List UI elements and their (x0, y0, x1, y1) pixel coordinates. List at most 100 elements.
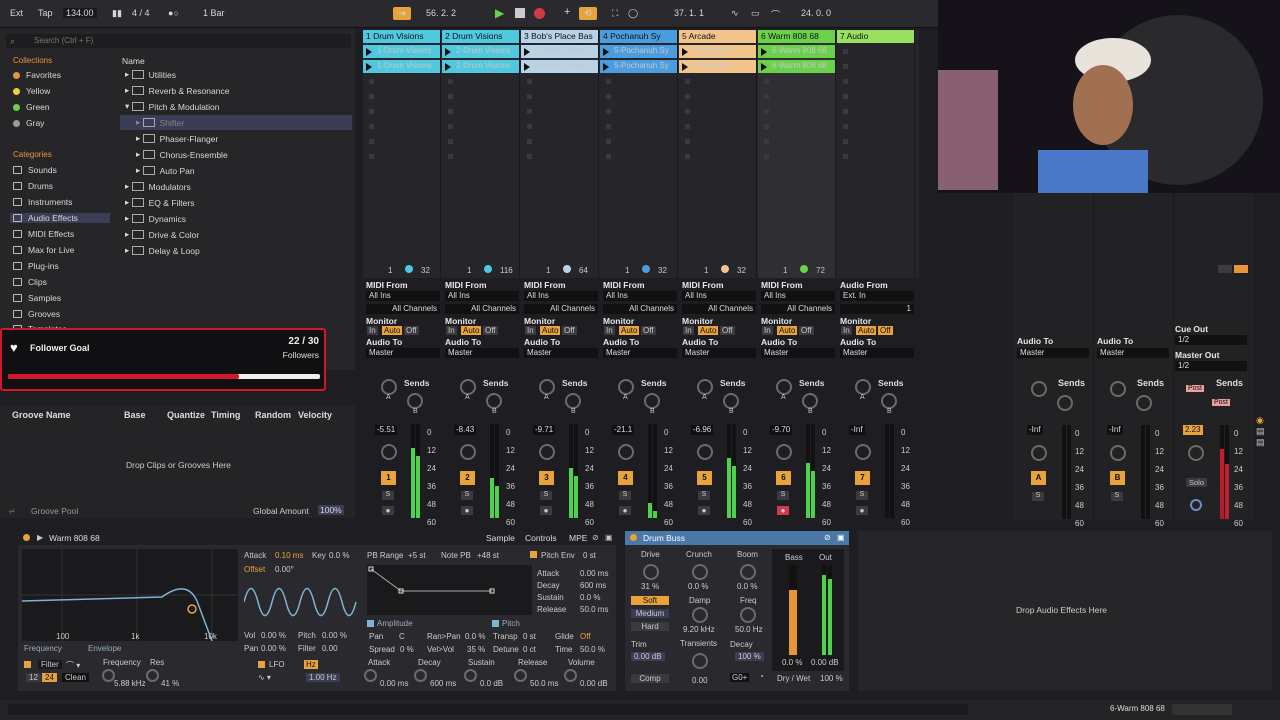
send-b-knob[interactable] (881, 393, 897, 409)
cue-out-select[interactable]: 1/2 (1175, 335, 1247, 345)
amp-env-value[interactable]: 0.00 ms (380, 679, 408, 688)
amp-env-value[interactable]: 0.00 dB (580, 679, 608, 688)
pan-knob[interactable] (381, 444, 397, 460)
record-button[interactable] (534, 8, 545, 19)
empty-clip-slot[interactable] (679, 75, 756, 88)
pitch-env-toggle[interactable] (530, 551, 537, 558)
tree-item-dynamics[interactable]: ▸ Dynamics (120, 211, 352, 226)
glide-value[interactable]: Off (580, 632, 591, 641)
clip-slot[interactable]: 5-Pochanuh Sy (600, 60, 677, 73)
empty-clip-slot[interactable] (600, 105, 677, 118)
vol-value[interactable]: 0.00 % (261, 631, 286, 640)
monitor-off[interactable]: Off (878, 326, 893, 335)
env-value[interactable]: 0.0 % (580, 593, 600, 602)
input-source-select[interactable]: Ext. In (840, 291, 914, 301)
empty-clip-slot[interactable] (442, 105, 519, 118)
monitor-in[interactable]: In (762, 326, 773, 335)
send-b-knob[interactable] (565, 393, 581, 409)
damp-value[interactable]: 9.20 kHz (683, 625, 715, 634)
arm-icon[interactable]: ● (382, 506, 394, 515)
empty-clip-slot[interactable] (521, 135, 598, 148)
filter-mod-value[interactable]: 0.00 (322, 644, 338, 653)
filter-toggle[interactable] (24, 661, 31, 668)
lfo-shape-select[interactable]: ∿ ▾ (258, 673, 271, 682)
automation-arm-icon[interactable]: ⟲ (579, 7, 597, 20)
return-a-activator[interactable]: A (1031, 471, 1046, 485)
clip-slot[interactable]: 3-Bob's Place B (521, 45, 598, 58)
volume-field[interactable]: -Inf (849, 425, 865, 435)
device-on-icon[interactable] (23, 534, 30, 541)
solo-button[interactable]: S (382, 491, 394, 500)
fx-drop-zone[interactable]: Drop Audio Effects Here (858, 531, 1272, 691)
monitor-off[interactable]: Off (799, 326, 814, 335)
ranpan-value[interactable]: 0.0 % (465, 632, 485, 641)
track-activator[interactable]: 4 (618, 471, 633, 485)
sidebar-item-grooves[interactable]: Grooves (13, 309, 60, 319)
slope-24[interactable]: 24 (42, 673, 57, 682)
monitor-auto[interactable]: Auto (540, 326, 561, 335)
detune-value[interactable]: 0 ct (523, 645, 536, 654)
sidebar-item-green[interactable]: Green (13, 102, 50, 112)
return-a-send-b-knob[interactable] (1057, 395, 1073, 411)
filter-display[interactable] (22, 549, 238, 641)
freq-knob[interactable] (740, 607, 756, 623)
track-activator[interactable]: 1 (381, 471, 396, 485)
send-a-knob[interactable] (697, 379, 713, 395)
master-pan-knob[interactable] (1188, 445, 1204, 461)
global-amount-field[interactable]: 100% (318, 505, 344, 515)
device-expand-icon[interactable]: ▶ (37, 533, 43, 542)
empty-clip-slot[interactable] (363, 90, 440, 103)
send-a-knob[interactable] (618, 379, 634, 395)
clip-slot[interactable]: 6-Warm 808 68 (758, 60, 835, 73)
input-source-select[interactable]: All Ins (761, 291, 835, 301)
slope-12[interactable]: 12 (26, 673, 41, 682)
input-channel-select[interactable]: All Channels (682, 304, 756, 314)
curve-icon[interactable]: ⌒ (771, 8, 780, 21)
empty-clip-slot[interactable] (679, 90, 756, 103)
pan-knob[interactable] (697, 444, 713, 460)
pb-range-value[interactable]: +5 st (408, 551, 426, 560)
stop-button[interactable] (515, 8, 525, 18)
envelope-display[interactable] (367, 565, 532, 615)
empty-clip-slot[interactable] (442, 135, 519, 148)
pan-knob[interactable] (776, 444, 792, 460)
loop-icon[interactable]: ⛶ (612, 8, 618, 19)
pitch-toggle[interactable] (492, 620, 499, 627)
velvol-value[interactable]: 35 % (467, 645, 485, 654)
post-button[interactable]: Post (1212, 399, 1231, 406)
empty-clip-slot[interactable] (363, 150, 440, 163)
return-b-activator[interactable]: B (1110, 471, 1125, 485)
frequency-toggle[interactable]: Frequency (24, 644, 62, 653)
key-value[interactable]: 0.0 % (329, 551, 349, 560)
attack-value[interactable]: 0.10 ms (275, 551, 303, 560)
monitor-auto[interactable]: Auto (382, 326, 403, 335)
empty-clip-slot[interactable] (521, 120, 598, 133)
sidebar-item-audio-effects[interactable]: Audio Effects (10, 213, 110, 223)
sidebar-item-favorites[interactable]: Favorites (13, 70, 61, 80)
col-quantize[interactable]: Quantize (167, 410, 205, 420)
sidebar-item-gray[interactable]: Gray (13, 118, 44, 128)
loop-start[interactable]: 37. 1. 1 (674, 8, 704, 18)
output-select[interactable]: Master (761, 348, 835, 358)
drive-knob[interactable] (643, 564, 659, 580)
send-a-knob[interactable] (776, 379, 792, 395)
return-b-pan-knob[interactable] (1110, 445, 1126, 461)
tree-item-pitch-modulation[interactable]: ▾ Pitch & Modulation (120, 99, 352, 114)
arrangement-position[interactable]: 56. 2. 2 (426, 8, 456, 18)
track-header[interactable]: 1 Drum Visions (363, 30, 440, 43)
return-a-solo[interactable]: S (1032, 492, 1044, 501)
arm-icon[interactable]: ● (540, 506, 552, 515)
monitor-auto[interactable]: Auto (777, 326, 798, 335)
track-header[interactable]: 4 Pochanuh Sy (600, 30, 677, 43)
empty-clip-slot[interactable] (837, 75, 914, 88)
return-b-output-select[interactable]: Master (1097, 348, 1169, 358)
tree-item-delay[interactable]: ▸ Delay & Loop (120, 243, 352, 258)
pitch-env-tab[interactable]: Pitch (502, 619, 520, 628)
tree-item-reverb[interactable]: ▸ Reverb & Resonance (120, 83, 352, 98)
master-volume[interactable]: 2.23 (1183, 425, 1203, 435)
output-select[interactable]: Master (603, 348, 677, 358)
monitor-off[interactable]: Off (483, 326, 498, 335)
boom-knob[interactable] (740, 564, 756, 580)
send-a-knob[interactable] (539, 379, 555, 395)
filter-res-knob[interactable] (146, 669, 159, 682)
